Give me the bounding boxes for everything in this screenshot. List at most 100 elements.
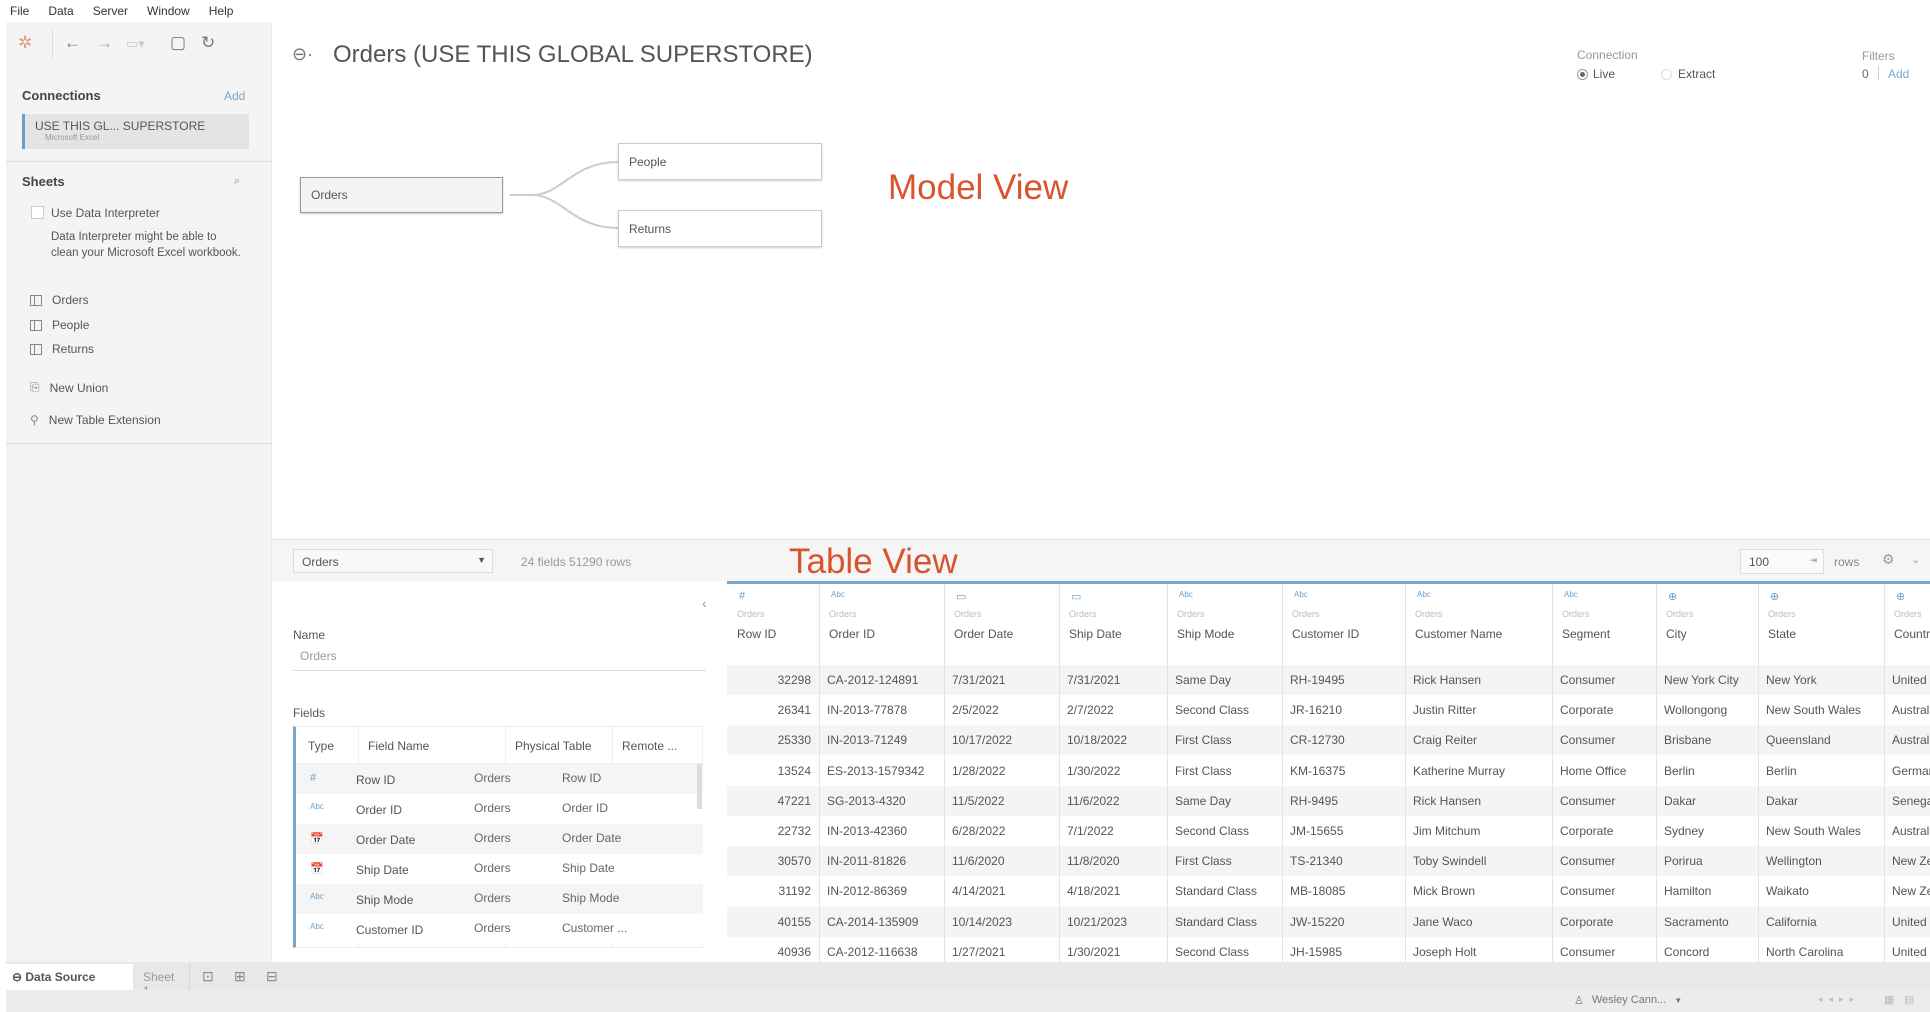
field-name[interactable]: Order Date xyxy=(356,833,415,847)
grid-column-header[interactable]: ⊕ Orders Country xyxy=(1884,584,1930,665)
field-name[interactable]: State xyxy=(1768,627,1796,641)
field-type-icon[interactable]: ⊕ xyxy=(1668,590,1677,603)
field-name[interactable]: Row ID xyxy=(737,627,776,641)
scrollbar[interactable] xyxy=(697,764,702,809)
field-name[interactable]: Ship Date xyxy=(356,863,409,877)
search-icon[interactable]: ⌕ xyxy=(234,175,240,188)
field-name[interactable]: Order ID xyxy=(829,627,875,641)
save-icon[interactable]: ▢ xyxy=(170,33,186,53)
model-table-orders[interactable]: Orders xyxy=(300,177,503,213)
field-row[interactable]: Abc Ship Mode Orders Ship Mode xyxy=(296,884,703,914)
tab-sheet1[interactable]: Sheet 1 xyxy=(135,964,190,998)
user-menu[interactable]: ♙ Wesley Cann... ▼ xyxy=(1574,994,1682,1007)
refresh-icon[interactable]: ↻ xyxy=(201,33,215,53)
live-radio[interactable]: Live xyxy=(1577,67,1615,81)
field-type-icon[interactable]: Abc xyxy=(1564,590,1578,599)
grid-column-header[interactable]: # Orders Row ID xyxy=(727,584,819,665)
chevron-down-icon[interactable]: ⌄ xyxy=(1911,553,1920,566)
grid-cell: Standard Class xyxy=(1175,914,1258,929)
model-table-people[interactable]: People xyxy=(618,143,822,180)
menu-window[interactable]: Window xyxy=(147,4,190,18)
field-row[interactable]: Abc Customer ID Orders Customer ... xyxy=(296,914,703,944)
interpreter-checkbox[interactable] xyxy=(31,206,44,219)
field-name[interactable]: Country xyxy=(1894,627,1930,641)
field-name[interactable]: Ship Date xyxy=(1069,627,1122,641)
forward-arrow-icon[interactable]: → xyxy=(96,33,113,53)
grid-column-header[interactable]: ▭ Orders Order Date xyxy=(944,584,1059,665)
model-table-returns[interactable]: Returns xyxy=(618,210,822,247)
grid-column-header[interactable]: Abc Orders Order ID xyxy=(819,584,944,665)
field-name[interactable]: Order Date xyxy=(954,627,1013,641)
new-union[interactable]: ⎘ New Union xyxy=(30,380,108,395)
grid-cell: Katherine Murray xyxy=(1413,763,1506,778)
field-name[interactable]: Ship Mode xyxy=(356,893,413,907)
new-worksheet-icon[interactable]: ⊡ xyxy=(202,968,214,985)
sheet-orders[interactable]: Orders xyxy=(30,293,89,307)
datasource-dropdown-icon[interactable]: ▭▾ xyxy=(126,36,145,52)
field-type-icon[interactable]: Abc xyxy=(1294,590,1308,599)
grid-cell: IN-2013-71249 xyxy=(827,733,908,748)
datasource-icon[interactable]: ⊖· xyxy=(292,44,313,65)
connection-item[interactable]: USE THIS GL... SUPERSTORE Microsoft Exce… xyxy=(22,114,249,149)
rows-limit-input[interactable]: 100 ⇥ xyxy=(1740,549,1824,574)
field-type-icon[interactable]: # xyxy=(739,590,745,602)
new-dashboard-icon[interactable]: ⊞ xyxy=(234,968,246,985)
filmstrip-view-icon[interactable]: ▤ xyxy=(1904,993,1914,1006)
field-type-icon[interactable]: ▭ xyxy=(956,590,966,603)
column-header[interactable]: Remote ... xyxy=(622,739,677,753)
field-row[interactable]: # Row ID Orders Row ID xyxy=(296,764,703,794)
tab-data-source[interactable]: ⊖ Data Source xyxy=(6,964,133,990)
sheet-people[interactable]: People xyxy=(30,318,89,332)
field-row[interactable]: 📅 Order Date Orders Order Date xyxy=(296,824,703,854)
add-connection-link[interactable]: Add xyxy=(224,89,245,103)
field-row[interactable]: 📅 Ship Date Orders Ship Date xyxy=(296,854,703,884)
column-header[interactable]: Field Name xyxy=(368,739,429,753)
field-name[interactable]: Customer ID xyxy=(356,923,423,937)
apply-arrow-icon[interactable]: ⇥ xyxy=(1809,555,1817,566)
add-filter-link[interactable]: Add xyxy=(1888,67,1909,81)
back-arrow-icon[interactable]: ← xyxy=(64,33,81,53)
extract-radio[interactable]: Extract xyxy=(1661,67,1715,81)
grid-cell: Australia xyxy=(1892,733,1930,748)
field-name[interactable]: Segment xyxy=(1562,627,1610,641)
grid-column-header[interactable]: ⊕ Orders City xyxy=(1656,584,1758,665)
menu-server[interactable]: Server xyxy=(93,4,128,18)
grid-column-header[interactable]: Abc Orders Customer ID xyxy=(1282,584,1405,665)
new-story-icon[interactable]: ⊟ xyxy=(266,968,278,985)
field-type-icon[interactable]: Abc xyxy=(1179,590,1193,599)
grid-column-header[interactable]: Abc Orders Customer Name xyxy=(1405,584,1552,665)
field-row[interactable]: Abc Order ID Orders Order ID xyxy=(296,794,703,824)
menu-data[interactable]: Data xyxy=(48,4,73,18)
field-type-icon[interactable]: ⊕ xyxy=(1896,590,1905,603)
menu-help[interactable]: Help xyxy=(209,4,234,18)
grid-column-header[interactable]: Abc Orders Ship Mode xyxy=(1167,584,1282,665)
sheet-nav-icons[interactable]: ◂◂▸▸ xyxy=(1818,994,1860,1005)
grid-view-icon[interactable]: ▦ xyxy=(1884,993,1894,1006)
tableau-logo-icon[interactable]: ✲ xyxy=(18,33,32,53)
grid-column-header[interactable]: Abc Orders Segment xyxy=(1552,584,1656,665)
field-name[interactable]: Row ID xyxy=(356,773,395,787)
field-type-icon[interactable]: ▭ xyxy=(1071,590,1081,603)
page-title[interactable]: Orders (USE THIS GLOBAL SUPERSTORE) xyxy=(333,41,813,69)
column-header[interactable]: Physical Table xyxy=(515,739,592,753)
new-table-extension[interactable]: ⚲ New Table Extension xyxy=(30,413,161,427)
menu-file[interactable]: File xyxy=(10,4,29,18)
field-type-icon[interactable]: Abc xyxy=(831,590,845,599)
collapse-chevron-icon[interactable]: ‹ xyxy=(702,595,707,611)
table-select-dropdown[interactable]: Orders ▼ xyxy=(293,549,493,573)
field-name[interactable]: Customer ID xyxy=(1292,627,1359,641)
field-type-icon[interactable]: Abc xyxy=(1417,590,1431,599)
column-header[interactable]: Type xyxy=(308,739,334,753)
grid-cell: MB-18085 xyxy=(1290,884,1346,899)
field-name[interactable]: Ship Mode xyxy=(1177,627,1234,641)
field-name[interactable]: Customer Name xyxy=(1415,627,1502,641)
table-icon xyxy=(30,343,42,355)
field-name[interactable]: City xyxy=(1666,627,1687,641)
field-name[interactable]: Order ID xyxy=(356,803,402,817)
field-type-icon[interactable]: ⊕ xyxy=(1770,590,1779,603)
sheet-returns[interactable]: Returns xyxy=(30,342,94,356)
grid-column-header[interactable]: ▭ Orders Ship Date xyxy=(1059,584,1167,665)
grid-column-header[interactable]: ⊕ Orders State xyxy=(1758,584,1884,665)
table-name-input[interactable]: Orders xyxy=(293,649,706,671)
gear-icon[interactable]: ⚙ xyxy=(1882,551,1895,568)
